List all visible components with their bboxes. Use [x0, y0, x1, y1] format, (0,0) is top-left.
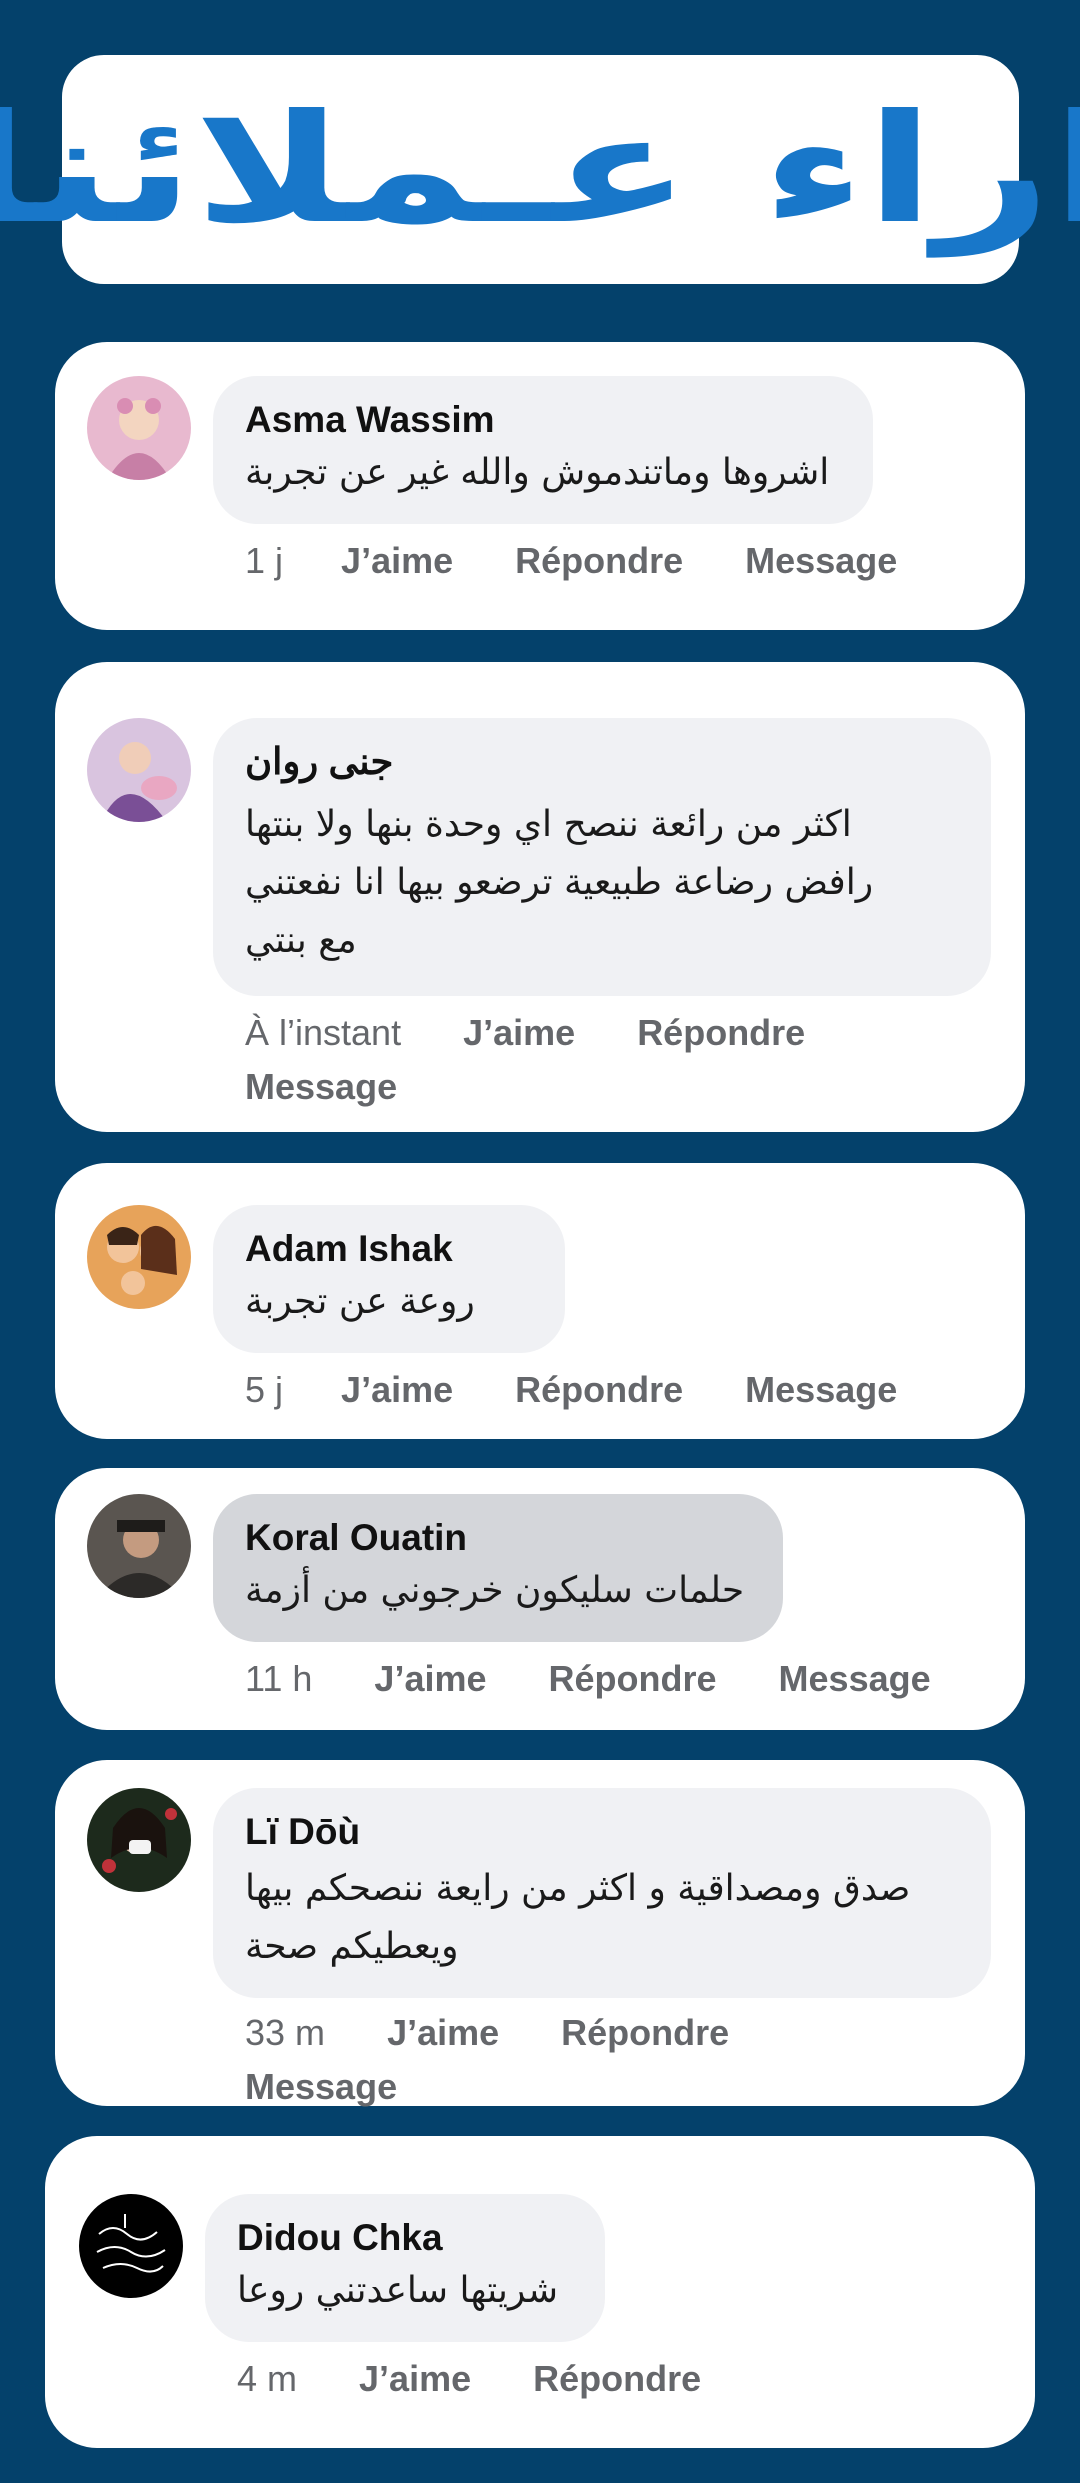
comment-time: 33 m	[245, 2012, 326, 2053]
comment-card: Lï Dōù صدق ومصداقية و اكثر من رايعة ننصح…	[55, 1760, 1025, 2107]
like-button[interactable]: J’aime	[359, 2352, 471, 2406]
page-title: اراء عـملائنا	[0, 82, 1080, 257]
comment-bubble: Adam Ishak روعة عن تجربة	[213, 1205, 565, 1353]
comment-actions: À l’instant J’aime Répondre Message	[245, 1006, 805, 1114]
message-button[interactable]: Message	[245, 1060, 397, 1114]
avatar[interactable]	[87, 1494, 191, 1598]
comment-card: Didou Chka شريتها ساعدتني روعا 4 m J’aim…	[45, 2136, 1035, 2448]
message-button[interactable]: Message	[745, 534, 897, 588]
reply-button[interactable]: Répondre	[515, 1363, 683, 1417]
comment-time: 11 h	[245, 1658, 313, 1699]
comment-text: روعة عن تجربة	[245, 1273, 533, 1331]
avatar[interactable]	[87, 718, 191, 822]
comment-bubble: Asma Wassim اشروها وماتندموش والله غير ع…	[213, 376, 873, 524]
comment-bubble: Didou Chka شريتها ساعدتني روعا	[205, 2194, 605, 2342]
message-button[interactable]: Message	[779, 1652, 931, 1706]
comment-time: 1 j	[245, 540, 284, 581]
commenter-name[interactable]: Asma Wassim	[245, 396, 841, 444]
avatar[interactable]	[79, 2194, 183, 2298]
comment-line: روعة عن تجربة	[245, 1281, 475, 1322]
comment-actions: 33 m J’aime Répondre Message	[245, 2006, 729, 2114]
like-button[interactable]: J’aime	[341, 534, 453, 588]
comment-time: 4 m	[237, 2358, 298, 2399]
comment-bubble: Lï Dōù صدق ومصداقية و اكثر من رايعة ننصح…	[213, 1788, 991, 1998]
comment-text: صدق ومصداقية و اكثر من رايعة ننصحكم بيها…	[245, 1860, 959, 1976]
comment-line: حلمات سليكون خرجوني من أزمة	[245, 1570, 745, 1611]
reply-button[interactable]: Répondre	[515, 534, 683, 588]
comment-time: 5 j	[245, 1369, 284, 1410]
title-card: اراء عـملائنا	[0, 55, 1080, 284]
like-button[interactable]: J’aime	[387, 2006, 499, 2060]
comment-actions: 4 m J’aime Répondre	[237, 2352, 701, 2406]
reply-button[interactable]: Répondre	[561, 2006, 729, 2060]
comment-actions: 5 j J’aime Répondre Message	[245, 1363, 897, 1417]
comment-line: اشروها وماتندموش والله غير عن تجربة	[245, 452, 830, 493]
like-button[interactable]: J’aime	[374, 1652, 486, 1706]
avatar[interactable]	[87, 1205, 191, 1309]
like-button[interactable]: J’aime	[341, 1363, 453, 1417]
comment-text: حلمات سليكون خرجوني من أزمة	[245, 1562, 751, 1620]
message-button[interactable]: Message	[745, 1363, 897, 1417]
comment-text: شريتها ساعدتني روعا	[237, 2262, 573, 2320]
comment-time: À l’instant	[245, 1012, 402, 1053]
commenter-name[interactable]: جنى روان	[245, 738, 959, 786]
comment-bubble: Koral Ouatin حلمات سليكون خرجوني من أزمة	[213, 1494, 783, 1642]
comment-card: Asma Wassim اشروها وماتندموش والله غير ع…	[55, 342, 1025, 630]
comment-actions: 11 h J’aime Répondre Message	[245, 1652, 931, 1706]
like-button[interactable]: J’aime	[463, 1006, 575, 1060]
comment-line: شريتها ساعدتني روعا	[237, 2270, 558, 2311]
reply-button[interactable]: Répondre	[533, 2352, 701, 2406]
comment-line: صدق ومصداقية و اكثر من رايعة ننصحكم بيها	[245, 1868, 911, 1909]
avatar[interactable]	[87, 376, 191, 480]
avatar[interactable]	[87, 1788, 191, 1892]
commenter-name[interactable]: Lï Dōù	[245, 1808, 959, 1856]
commenter-name[interactable]: Didou Chka	[237, 2214, 573, 2262]
commenter-name[interactable]: Koral Ouatin	[245, 1514, 751, 1562]
comment-bubble: جنى روان اكثر من رائعة ننصح اي وحدة بنها…	[213, 718, 991, 996]
comment-line: رافض رضاعة طبيعية ترضعو بيها انا نفعتني	[245, 862, 874, 903]
reply-button[interactable]: Répondre	[637, 1006, 805, 1060]
comment-card: Adam Ishak روعة عن تجربة 5 j J’aime Répo…	[55, 1163, 1025, 1439]
comment-text: اكثر من رائعة ننصح اي وحدة بنها ولا بنته…	[245, 796, 959, 970]
comment-text: اشروها وماتندموش والله غير عن تجربة	[245, 444, 841, 502]
comment-actions: 1 j J’aime Répondre Message	[245, 534, 897, 588]
comment-line: اكثر من رائعة ننصح اي وحدة بنها ولا بنته…	[245, 804, 852, 845]
commenter-name[interactable]: Adam Ishak	[245, 1225, 533, 1273]
reply-button[interactable]: Répondre	[549, 1652, 717, 1706]
comment-line: ويعطيكم صحة	[245, 1926, 459, 1967]
comment-line: مع بنتي	[245, 920, 357, 961]
comment-card: Koral Ouatin حلمات سليكون خرجوني من أزمة…	[55, 1468, 1025, 1730]
message-button[interactable]: Message	[245, 2060, 397, 2114]
comment-card: جنى روان اكثر من رائعة ننصح اي وحدة بنها…	[55, 662, 1025, 1132]
